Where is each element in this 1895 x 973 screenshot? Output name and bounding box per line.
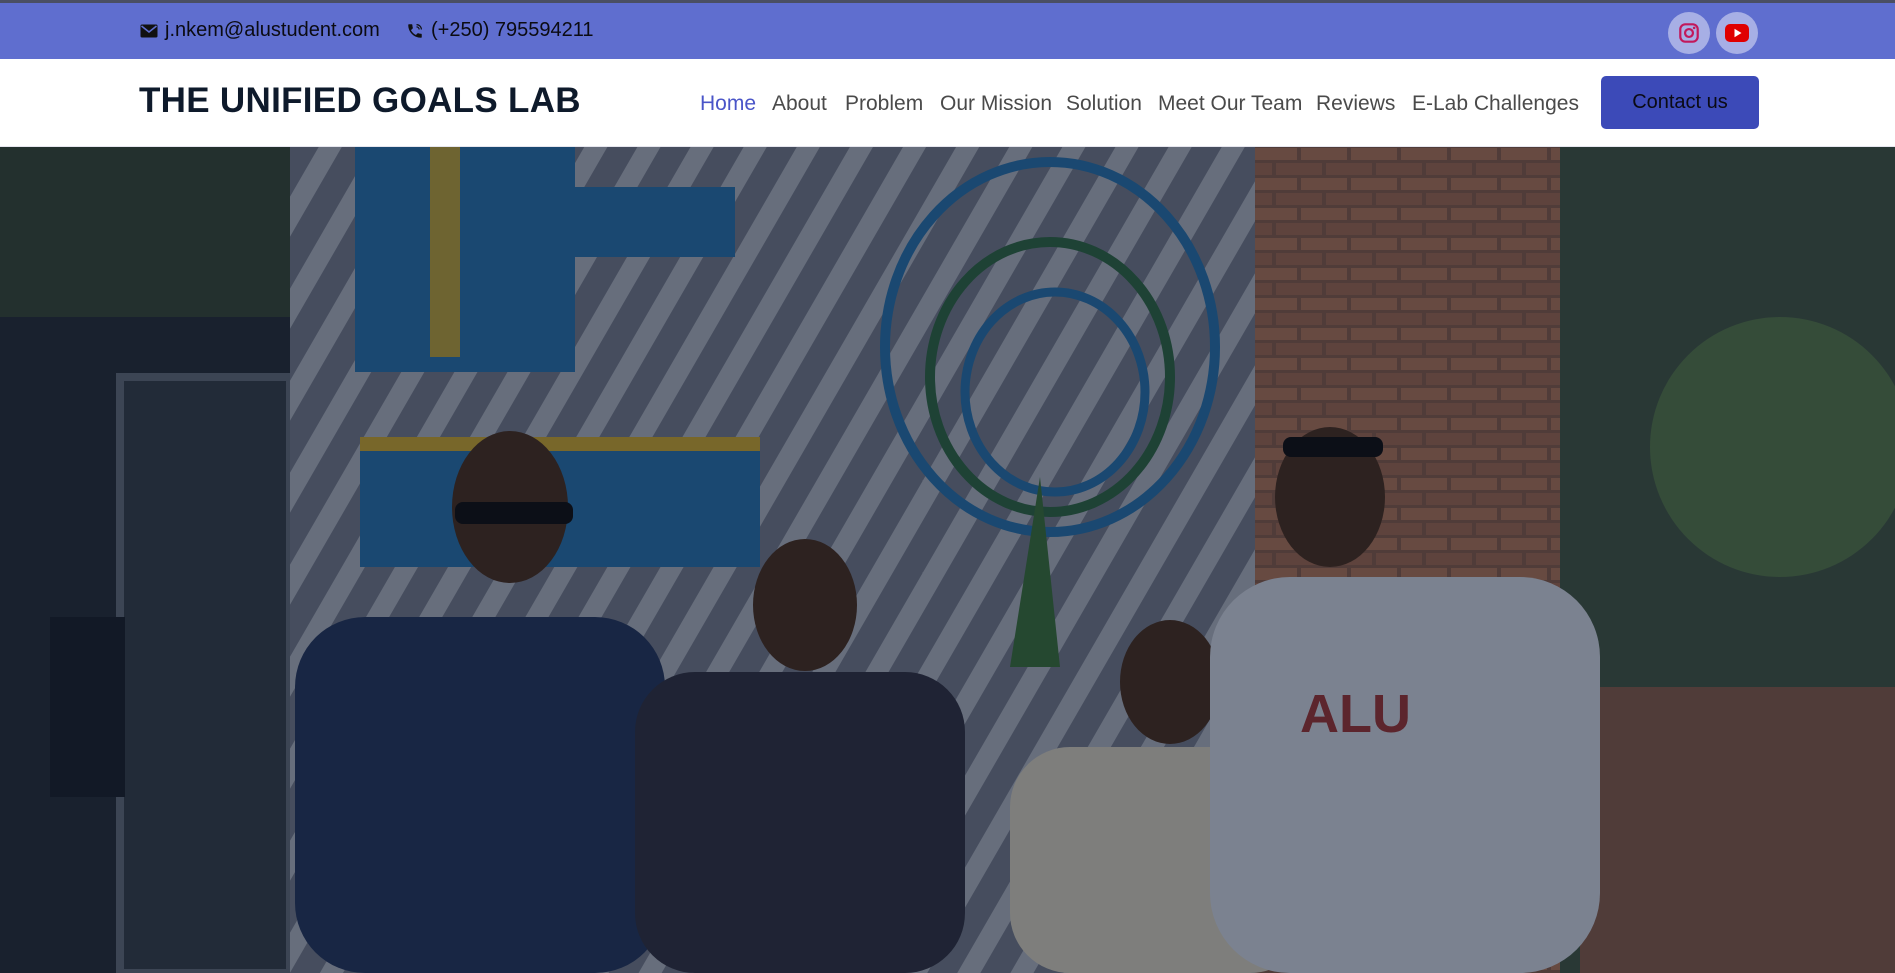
nav-home[interactable]: Home: [700, 92, 756, 116]
nav-our-mission[interactable]: Our Mission: [940, 92, 1052, 116]
hero-team-photo: ALU: [0, 147, 1895, 973]
hero-section: ALU: [0, 147, 1895, 973]
nav-reviews[interactable]: Reviews: [1316, 92, 1395, 116]
youtube-icon: [1725, 24, 1749, 42]
phone-contact[interactable]: (+250) 795594211: [406, 19, 594, 42]
instagram-icon: [1679, 23, 1699, 43]
contact-us-button[interactable]: Contact us: [1601, 76, 1759, 129]
phone-icon: [408, 23, 422, 38]
instagram-button[interactable]: [1668, 12, 1710, 54]
main-navbar: THE UNIFIED GOALS LAB Home About Problem…: [0, 59, 1895, 147]
top-contact-bar: j.nkem@alustudent.com (+250) 795594211: [0, 0, 1895, 59]
nav-problem[interactable]: Problem: [845, 92, 923, 116]
site-brand[interactable]: THE UNIFIED GOALS LAB: [139, 81, 581, 121]
nav-about[interactable]: About: [772, 92, 827, 116]
envelope-icon: [140, 24, 158, 37]
email-text[interactable]: j.nkem@alustudent.com: [165, 19, 380, 42]
youtube-button[interactable]: [1716, 12, 1758, 54]
nav-solution[interactable]: Solution: [1066, 92, 1142, 116]
nav-meet-our-team[interactable]: Meet Our Team: [1158, 92, 1302, 116]
email-contact[interactable]: j.nkem@alustudent.com: [140, 19, 380, 42]
phone-text[interactable]: (+250) 795594211: [431, 19, 594, 42]
nav-e-lab-challenges[interactable]: E-Lab Challenges: [1412, 92, 1579, 116]
